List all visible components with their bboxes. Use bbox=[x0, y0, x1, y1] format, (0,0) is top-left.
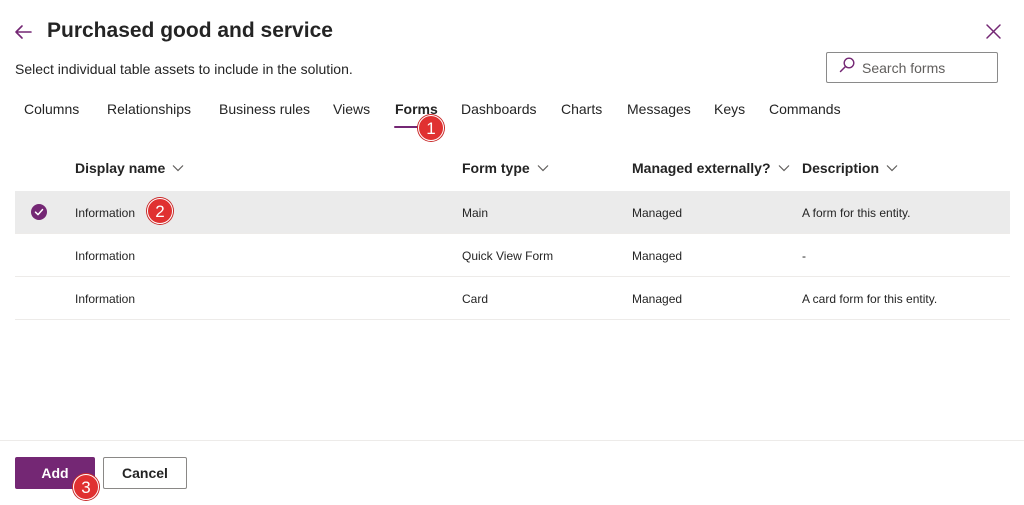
cell-display-name: Information bbox=[75, 292, 136, 306]
cell-form-type: Card bbox=[462, 292, 489, 306]
chevron-down-icon bbox=[886, 165, 898, 172]
tab-columns[interactable]: Columns bbox=[24, 100, 79, 130]
tab-bar: Columns Relationships Business rules Vie… bbox=[0, 100, 1024, 136]
close-icon[interactable] bbox=[985, 23, 1002, 40]
column-header-label: Description bbox=[802, 160, 880, 176]
column-header-description[interactable]: Description bbox=[802, 160, 898, 176]
cell-form-type: Quick View Form bbox=[462, 249, 554, 263]
search-icon bbox=[839, 57, 855, 78]
cell-managed: Managed bbox=[632, 206, 683, 220]
back-arrow-icon[interactable] bbox=[13, 22, 33, 42]
grid-header: Display name Form type Managed externall… bbox=[15, 150, 1010, 188]
page-title: Purchased good and service bbox=[47, 19, 333, 42]
cell-display-name: Information bbox=[75, 249, 136, 263]
table-row[interactable]: Information Quick View Form Managed - bbox=[15, 234, 1010, 277]
tab-relationships[interactable]: Relationships bbox=[107, 100, 191, 130]
column-header-display-name[interactable]: Display name bbox=[75, 160, 184, 176]
cell-description: A form for this entity. bbox=[802, 206, 911, 220]
tab-keys[interactable]: Keys bbox=[714, 100, 745, 130]
cell-display-name: Information bbox=[75, 206, 136, 220]
chevron-down-icon bbox=[172, 165, 184, 172]
chevron-down-icon bbox=[778, 165, 789, 172]
tab-charts[interactable]: Charts bbox=[561, 100, 602, 130]
chevron-down-icon bbox=[537, 165, 549, 172]
cell-description: A card form for this entity. bbox=[802, 292, 938, 306]
tab-dashboards[interactable]: Dashboards bbox=[461, 100, 537, 130]
step-badge-2: 2 bbox=[147, 198, 173, 224]
column-header-label: Display name bbox=[75, 160, 166, 176]
tab-views[interactable]: Views bbox=[333, 100, 370, 130]
tab-messages[interactable]: Messages bbox=[627, 100, 691, 130]
cell-managed: Managed bbox=[632, 249, 683, 263]
cell-managed: Managed bbox=[632, 292, 683, 306]
step-badge-3: 3 bbox=[73, 474, 99, 500]
step-badge-1: 1 bbox=[418, 115, 444, 141]
tab-business-rules[interactable]: Business rules bbox=[219, 100, 310, 130]
table-row[interactable]: Information Card Managed A card form for… bbox=[15, 277, 1010, 320]
selected-check-icon[interactable] bbox=[31, 204, 47, 220]
search-box[interactable] bbox=[826, 52, 998, 83]
column-header-label: Form type bbox=[462, 160, 530, 176]
subtitle: Select individual table assets to includ… bbox=[15, 61, 353, 77]
cell-description: - bbox=[802, 249, 806, 263]
column-header-label: Managed externally? bbox=[632, 160, 771, 176]
tab-commands[interactable]: Commands bbox=[769, 100, 841, 130]
cell-form-type: Main bbox=[462, 206, 489, 220]
cancel-button[interactable]: Cancel bbox=[103, 457, 187, 489]
search-input[interactable] bbox=[862, 59, 992, 76]
column-header-form-type[interactable]: Form type bbox=[462, 160, 549, 176]
column-header-managed-externally[interactable]: Managed externally? bbox=[632, 160, 790, 176]
footer-divider bbox=[0, 440, 1024, 441]
